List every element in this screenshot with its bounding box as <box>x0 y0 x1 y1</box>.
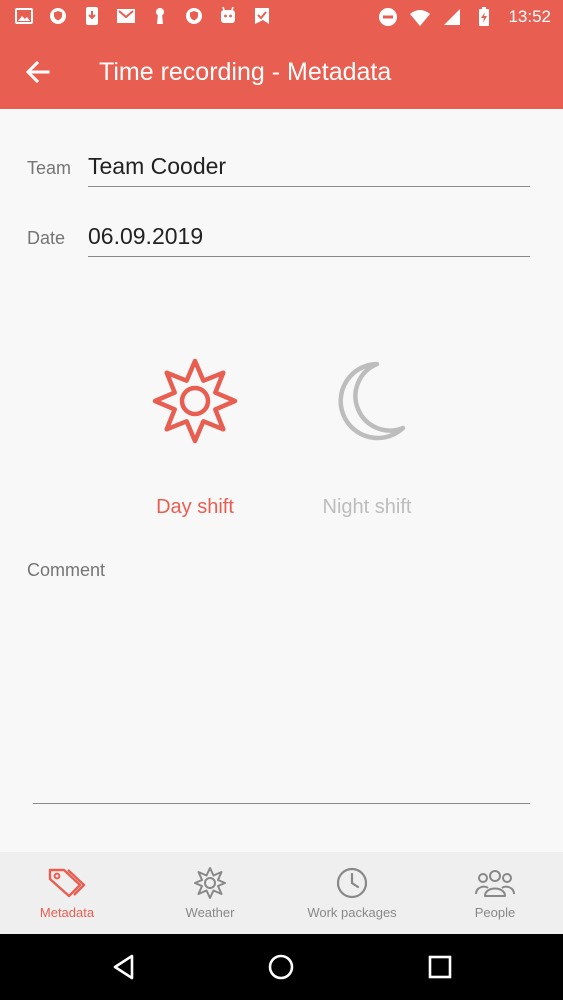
nav-label-people: People <box>474 905 516 920</box>
shield-icon <box>50 8 66 24</box>
comment-label: Comment <box>27 560 106 580</box>
download-icon <box>86 7 98 25</box>
check-flag-icon <box>255 8 269 24</box>
android-icon <box>221 6 235 23</box>
system-navigation-bar <box>0 934 563 1000</box>
nav-item-metadata[interactable]: Metadata <box>0 852 137 934</box>
keyhole-icon <box>156 8 164 24</box>
comment-input[interactable] <box>33 590 530 802</box>
shield-icon <box>186 8 202 24</box>
battery-charging-icon <box>479 7 490 26</box>
clock-icon <box>336 867 368 899</box>
nav-label-work-packages: Work packages <box>307 905 397 920</box>
app-bar: Time recording - Metadata <box>0 34 563 109</box>
nav-item-work-packages[interactable]: Work packages <box>282 852 422 934</box>
people-icon <box>475 870 515 897</box>
status-bar: 13:52 <box>0 0 563 34</box>
mail-icon <box>117 9 135 23</box>
nav-label-weather: Weather <box>185 905 235 920</box>
bottom-navigation: Metadata Weather Work packages People <box>0 852 563 934</box>
sun-icon[interactable] <box>150 356 240 446</box>
day-shift-label[interactable]: Day shift <box>120 496 270 519</box>
date-label: Date <box>27 228 66 248</box>
dnd-icon <box>379 8 398 26</box>
notification-icons <box>14 6 272 26</box>
arrow-left-icon[interactable] <box>22 56 54 88</box>
recents-square-icon[interactable] <box>425 952 455 982</box>
system-icons: 13:52 <box>378 6 551 28</box>
home-circle-icon[interactable] <box>266 952 296 982</box>
night-shift-label[interactable]: Night shift <box>292 496 442 519</box>
date-field[interactable]: 06.09.2019 <box>88 223 530 257</box>
team-field[interactable]: Team Cooder <box>88 153 530 187</box>
signal-icon <box>444 9 461 25</box>
wifi-icon <box>410 10 431 26</box>
nav-item-weather[interactable]: Weather <box>140 852 280 934</box>
nav-label-metadata: Metadata <box>39 905 95 920</box>
team-label: Team <box>27 158 72 178</box>
moon-icon[interactable] <box>325 356 415 446</box>
page-title: Time recording - Metadata <box>99 58 392 86</box>
back-triangle-icon[interactable] <box>110 952 140 982</box>
comment-underline <box>33 803 530 804</box>
gear-icon <box>194 867 226 899</box>
image-icon <box>15 8 33 24</box>
status-time: 13:52 <box>508 7 551 26</box>
nav-item-people[interactable]: People <box>425 852 563 934</box>
tag-icon <box>48 868 86 898</box>
